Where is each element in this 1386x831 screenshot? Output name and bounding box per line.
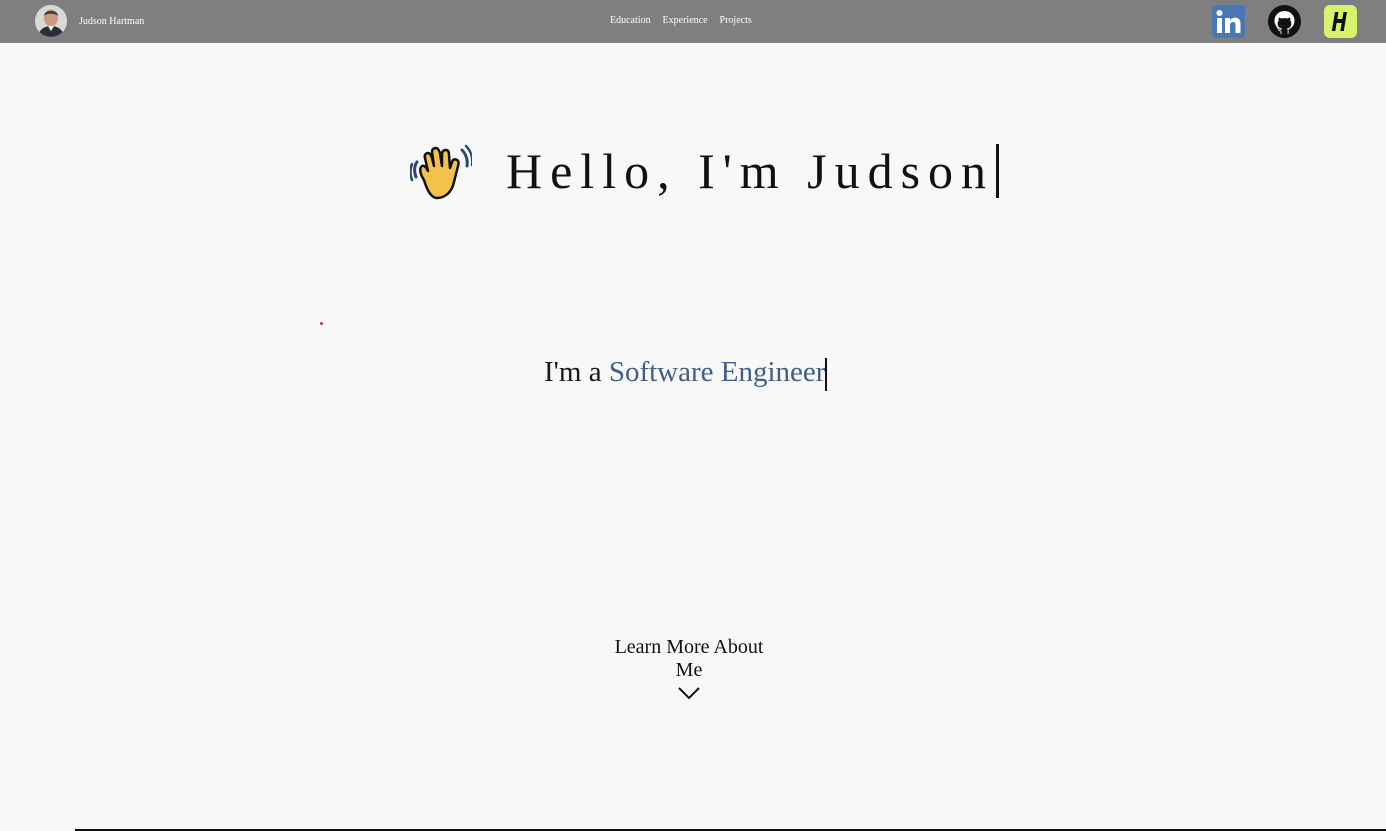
brand-link[interactable]: Judson Hartman [35, 5, 144, 37]
avatar [35, 5, 67, 37]
handshake-icon [1324, 5, 1357, 38]
linkedin-link[interactable] [1212, 5, 1245, 43]
top-navbar: Judson Hartman Education Experience Proj… [0, 0, 1386, 43]
nav-link-projects[interactable]: Projects [720, 15, 752, 26]
subtitle-prefix: I'm a [544, 356, 609, 388]
nav-links: Education Experience Projects [610, 15, 752, 26]
hero-greeting: Hello, I'm Judson [506, 143, 995, 199]
decorative-dot [320, 322, 323, 325]
brand-name: Judson Hartman [79, 15, 145, 27]
subtitle-role: Software Engineer [608, 356, 826, 388]
linkedin-icon [1212, 5, 1245, 38]
typing-cursor-small [825, 357, 828, 391]
learn-more-link[interactable]: Learn More About Me [599, 636, 779, 700]
handshake-link[interactable] [1324, 5, 1357, 43]
hero-heading: Hello, I'm Judson [410, 140, 1000, 202]
nav-link-experience[interactable]: Experience [663, 15, 708, 26]
github-link[interactable] [1268, 5, 1301, 43]
typing-cursor [996, 144, 1000, 198]
chevron-down-icon [678, 687, 700, 700]
hero-subtitle: I'm a Software Engineer [544, 356, 828, 391]
nav-link-education[interactable]: Education [610, 15, 651, 26]
waving-hand-icon [410, 144, 472, 200]
github-icon [1268, 5, 1301, 38]
profile-photo-icon [35, 5, 67, 37]
learn-more-label: Learn More About Me [614, 636, 764, 681]
